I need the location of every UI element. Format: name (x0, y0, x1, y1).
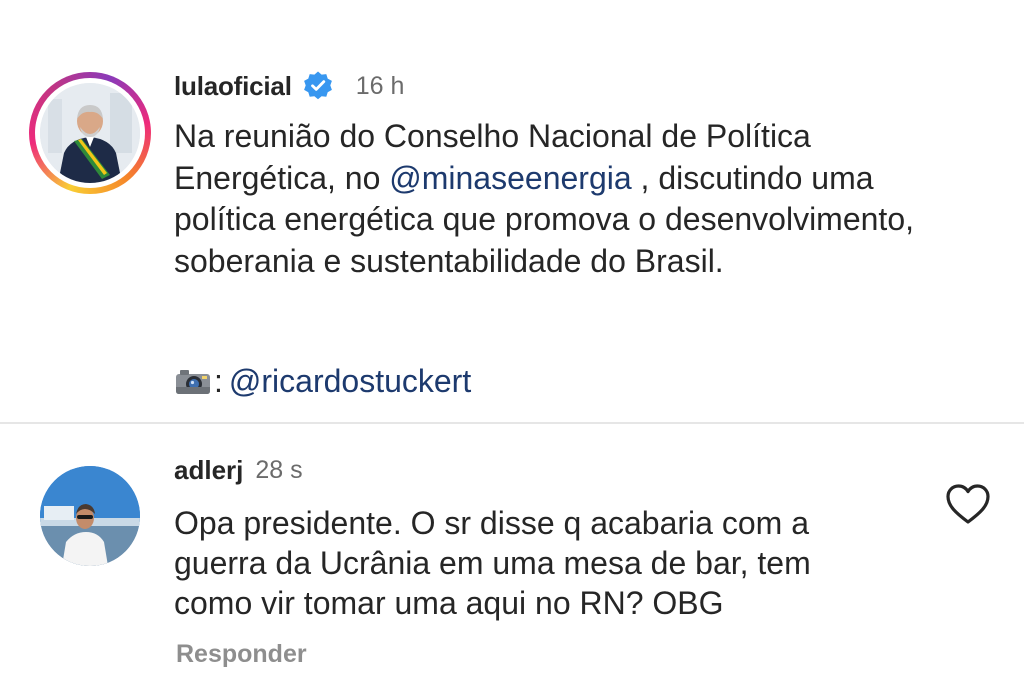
verified-badge-icon (302, 70, 334, 102)
post-time: 16 h (355, 71, 405, 100)
photo-credit: : @ricardostuckert (174, 358, 471, 404)
person-portrait-icon (40, 83, 140, 183)
comment-author-avatar[interactable] (40, 466, 140, 566)
heart-icon[interactable] (944, 482, 992, 526)
post-author-avatar (40, 83, 140, 183)
comment-time: 28 s (255, 455, 303, 484)
comment-header: adlerj 28 s (174, 452, 303, 488)
reply-button[interactable]: Responder (176, 640, 307, 669)
post-header: lulaoficial 16 h (174, 66, 404, 106)
mention-link[interactable]: @minaseenergia (389, 160, 631, 196)
post-caption-text: Na reunião do Conselho Nacional de Polít… (174, 116, 964, 282)
divider (0, 422, 1024, 424)
comment-text: Opa presidente. O sr disse q acabaria co… (174, 505, 811, 621)
post-username[interactable]: lulaoficial (174, 71, 292, 102)
credit-separator: : (214, 362, 223, 399)
person-photo-icon (40, 466, 140, 566)
camera-icon (174, 365, 214, 397)
credit-mention-link[interactable]: @ricardostuckert (229, 363, 471, 400)
story-ring[interactable] (29, 72, 151, 194)
comment-username[interactable]: adlerj (174, 455, 243, 486)
post-caption: lulaoficial 16 h Na reunião do Conselho … (0, 0, 1024, 422)
